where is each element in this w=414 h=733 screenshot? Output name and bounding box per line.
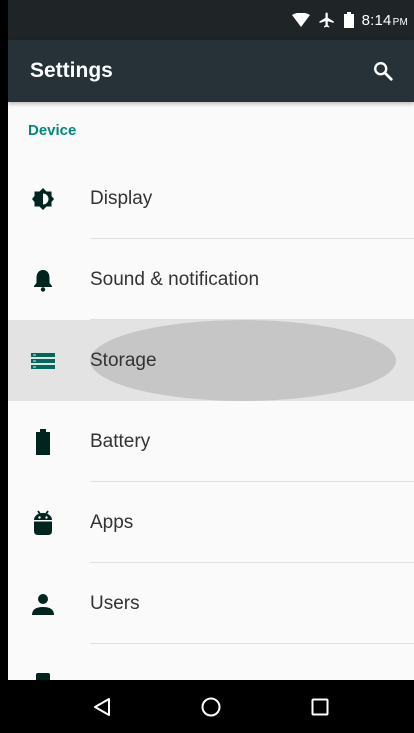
storage-icon <box>8 352 90 370</box>
navigation-bar <box>8 680 414 733</box>
partial-icon <box>8 672 90 680</box>
settings-item-apps[interactable]: Apps <box>8 482 414 563</box>
settings-item-sound[interactable]: Sound & notification <box>8 239 414 320</box>
status-bar: 8:14PM <box>8 0 414 40</box>
android-icon <box>8 510 90 536</box>
settings-item-users[interactable]: Users <box>8 563 414 644</box>
screen: 8:14PM Settings Device Display Sound & n… <box>8 0 414 733</box>
settings-item-storage[interactable]: Storage <box>8 320 414 401</box>
recents-icon <box>311 698 329 715</box>
settings-item-label: Sound & notification <box>90 268 260 290</box>
home-button[interactable] <box>181 687 241 727</box>
settings-item-label: Battery <box>90 430 151 452</box>
bell-icon <box>8 268 90 292</box>
wifi-icon <box>291 13 310 27</box>
person-icon <box>8 593 90 615</box>
clock: 8:14PM <box>362 12 408 29</box>
search-button[interactable] <box>366 54 400 88</box>
home-icon <box>201 697 221 716</box>
settings-item-label: Users <box>90 592 140 614</box>
settings-list: Device Display Sound & notification Stor… <box>8 102 414 680</box>
back-icon <box>94 697 111 716</box>
settings-item-battery[interactable]: Battery <box>8 401 414 482</box>
brightness-icon <box>8 187 90 211</box>
settings-item-display[interactable]: Display <box>8 158 414 239</box>
back-button[interactable] <box>72 687 132 727</box>
settings-item-label: Display <box>90 187 153 209</box>
clock-ampm: PM <box>392 16 408 28</box>
battery-icon <box>343 12 354 28</box>
settings-item-label: Apps <box>90 511 134 533</box>
search-icon <box>374 62 393 81</box>
page-title: Settings <box>30 59 113 82</box>
battery-icon <box>8 428 90 455</box>
airplane-icon <box>318 11 336 29</box>
app-bar: Settings <box>8 40 414 102</box>
settings-item-label: Storage <box>90 349 157 371</box>
clock-time: 8:14 <box>361 11 392 29</box>
settings-item-partial[interactable] <box>8 644 414 680</box>
section-header-device: Device <box>28 121 77 139</box>
recents-button[interactable] <box>290 687 350 727</box>
